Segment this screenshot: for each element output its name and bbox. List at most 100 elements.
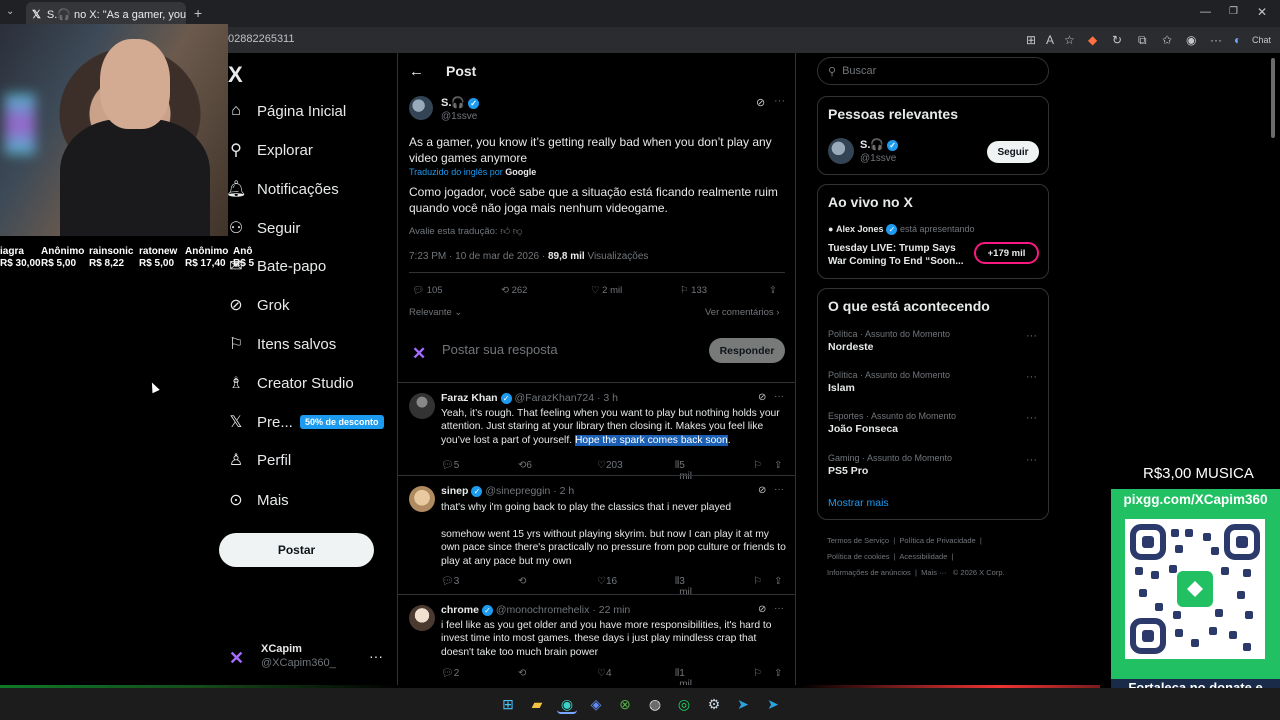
- new-tab-icon[interactable]: +: [194, 5, 202, 21]
- bookmark-icon[interactable]: ⚐: [753, 460, 762, 471]
- footer-link[interactable]: Política de Privacidade: [899, 536, 975, 545]
- bookmark-action[interactable]: ⚐ 133: [680, 285, 707, 296]
- like-action[interactable]: ♡ 4: [597, 668, 612, 679]
- premium-discount-badge[interactable]: 50% de desconto: [300, 415, 384, 429]
- share-icon[interactable]: ⇪: [774, 460, 782, 471]
- reply-more-icon[interactable]: ···: [774, 603, 784, 614]
- live-listener-count[interactable]: +179 mil: [974, 242, 1039, 264]
- nav-item-explore[interactable]: ⚲ Explorar: [226, 138, 313, 162]
- reply-avatar[interactable]: [409, 486, 435, 512]
- footer-link[interactable]: Termos de Serviço: [827, 536, 889, 545]
- favorites-icon[interactable]: ✩: [1162, 33, 1172, 47]
- page-scrollbar[interactable]: [1271, 58, 1275, 138]
- reply-item[interactable]: Faraz Khan ✓ @FarazKhan724 · 3 h ⊘ ··· Ye…: [398, 382, 795, 482]
- trend-name[interactable]: PS5 Pro: [828, 465, 868, 477]
- repost-action[interactable]: ⟲ 6: [518, 460, 532, 471]
- copilot-icon[interactable]: ◐: [1234, 33, 1241, 47]
- reply-more-icon[interactable]: ···: [774, 484, 784, 495]
- nav-item-follow[interactable]: ⚇ Seguir: [226, 216, 301, 240]
- footer-link[interactable]: Informações de anúncios: [827, 568, 911, 577]
- file-explorer-icon[interactable]: ▰: [527, 694, 547, 714]
- window-close-icon[interactable]: ✕: [1257, 5, 1267, 19]
- footer-link[interactable]: Acessibilidade: [899, 552, 947, 561]
- steam-icon[interactable]: ⚙: [704, 694, 724, 714]
- restore-icon[interactable]: ❐: [1229, 6, 1238, 17]
- reply-author[interactable]: sinep ✓ @sinepreggin · 2 h: [441, 485, 574, 497]
- live-headline[interactable]: Tuesday LIVE: Trump Says War Coming To E…: [828, 242, 968, 268]
- read-aloud-icon[interactable]: A: [1046, 33, 1054, 47]
- refresh-extension-icon[interactable]: ↻: [1112, 33, 1122, 47]
- spotify-icon[interactable]: ◎: [674, 694, 694, 714]
- trend-more-icon[interactable]: ···: [1026, 330, 1037, 342]
- reply-author[interactable]: chrome ✓ @monochromehelix · 22 min: [441, 604, 630, 616]
- back-arrow-icon[interactable]: ←: [409, 63, 424, 80]
- bookmark-icon[interactable]: ⚐: [753, 668, 762, 679]
- trend-more-icon[interactable]: ···: [1026, 454, 1037, 466]
- favorite-star-icon[interactable]: ☆: [1064, 33, 1075, 47]
- nav-item-premium[interactable]: 𝕏 Pre...: [226, 410, 293, 434]
- telegram-icon[interactable]: ➤: [763, 694, 783, 714]
- reply-action[interactable]: 💬︎ 105: [412, 285, 443, 296]
- follow-button[interactable]: Seguir: [987, 141, 1039, 163]
- footer-link[interactable]: Política de cookies: [827, 552, 890, 561]
- repost-action[interactable]: ⟲: [518, 668, 526, 679]
- bookmark-icon[interactable]: ⚐: [753, 576, 762, 587]
- profile-icon[interactable]: ◉: [1186, 33, 1196, 47]
- trend-name[interactable]: Nordeste: [828, 341, 874, 353]
- chrome-icon[interactable]: ◍: [645, 694, 665, 714]
- x-logo-icon[interactable]: X: [228, 62, 243, 88]
- edge-browser-icon[interactable]: ◉: [557, 694, 577, 714]
- split-screen-icon[interactable]: ⧉: [1138, 33, 1147, 48]
- show-more-link[interactable]: Mostrar mais: [828, 497, 889, 509]
- app-icon[interactable]: ◈: [586, 694, 606, 714]
- share-icon[interactable]: ⇪: [769, 285, 777, 296]
- post-more-icon[interactable]: ···: [774, 95, 785, 107]
- nav-item-profile[interactable]: ♙ Perfil: [226, 448, 291, 472]
- share-icon[interactable]: ⇪: [774, 576, 782, 587]
- live-host[interactable]: ● Alex Jones ✓ está apresentando: [828, 224, 975, 236]
- author-name[interactable]: S.🎧 ✓: [441, 96, 480, 109]
- reply-action[interactable]: 💬︎ 3: [441, 576, 459, 587]
- author-avatar[interactable]: [409, 96, 433, 120]
- nav-item-bookmarks[interactable]: ⚐ Itens salvos: [226, 332, 336, 356]
- windows-start-icon[interactable]: ⊞: [498, 694, 518, 714]
- reply-item[interactable]: chrome ✓ @monochromehelix · 22 min ⊘ ··· …: [398, 594, 795, 685]
- nav-item-creator-studio[interactable]: ♗ Creator Studio: [226, 371, 354, 395]
- nav-item-chat[interactable]: ✉ Bate-papo: [226, 254, 326, 278]
- trend-name[interactable]: Islam: [828, 382, 855, 394]
- view-quotes-link[interactable]: Ver comentários ›: [705, 307, 779, 318]
- browser-menu-icon[interactable]: ···: [1210, 33, 1222, 47]
- sort-dropdown[interactable]: Relevante ⌄: [409, 307, 462, 318]
- copilot-chat-label[interactable]: Chat: [1252, 35, 1271, 45]
- nav-item-home[interactable]: ⌂ Página Inicial: [226, 99, 346, 123]
- repost-action[interactable]: ⟲: [518, 576, 526, 587]
- trend-name[interactable]: João Fonseca: [828, 423, 898, 435]
- account-more-icon[interactable]: ···: [369, 648, 383, 664]
- reply-author[interactable]: Faraz Khan ✓ @FarazKhan724 · 3 h: [441, 392, 618, 404]
- search-input[interactable]: ⚲ Buscar: [817, 57, 1049, 85]
- like-action[interactable]: ♡ 16: [597, 576, 617, 587]
- grok-icon[interactable]: ⊘: [756, 96, 765, 109]
- reply-more-icon[interactable]: ···: [774, 391, 784, 402]
- share-icon[interactable]: ⇪: [774, 668, 782, 679]
- views-action[interactable]: ⫴ 1 mil: [675, 668, 692, 685]
- grok-icon[interactable]: ⊘: [758, 392, 766, 403]
- thumbs-down-icon[interactable]: 👎︎: [513, 226, 523, 237]
- nav-item-notifications[interactable]: 🔔︎ Notificações: [226, 177, 339, 201]
- minimize-icon[interactable]: —: [1200, 6, 1211, 18]
- repost-action[interactable]: ⟲ 262: [501, 285, 527, 296]
- reply-avatar[interactable]: [409, 605, 435, 631]
- extension-icon[interactable]: ◆: [1088, 33, 1097, 47]
- xbox-icon[interactable]: ⊗: [615, 694, 635, 714]
- grok-icon[interactable]: ⊘: [758, 485, 766, 496]
- author-handle[interactable]: @1ssve: [441, 111, 477, 122]
- trend-more-icon[interactable]: ···: [1026, 412, 1037, 424]
- reply-item[interactable]: sinep ✓ @sinepreggin · 2 h ⊘ ··· that's w…: [398, 475, 795, 598]
- footer-link[interactable]: Mais ···: [921, 568, 946, 577]
- url-field[interactable]: 02882265311: [228, 33, 294, 45]
- nav-item-more[interactable]: ⊙ Mais: [226, 488, 288, 512]
- person-avatar[interactable]: [828, 138, 854, 164]
- reply-avatar[interactable]: [409, 393, 435, 419]
- grok-icon[interactable]: ⊘: [758, 604, 766, 615]
- views-action[interactable]: ⫴ 5 mil: [675, 460, 692, 482]
